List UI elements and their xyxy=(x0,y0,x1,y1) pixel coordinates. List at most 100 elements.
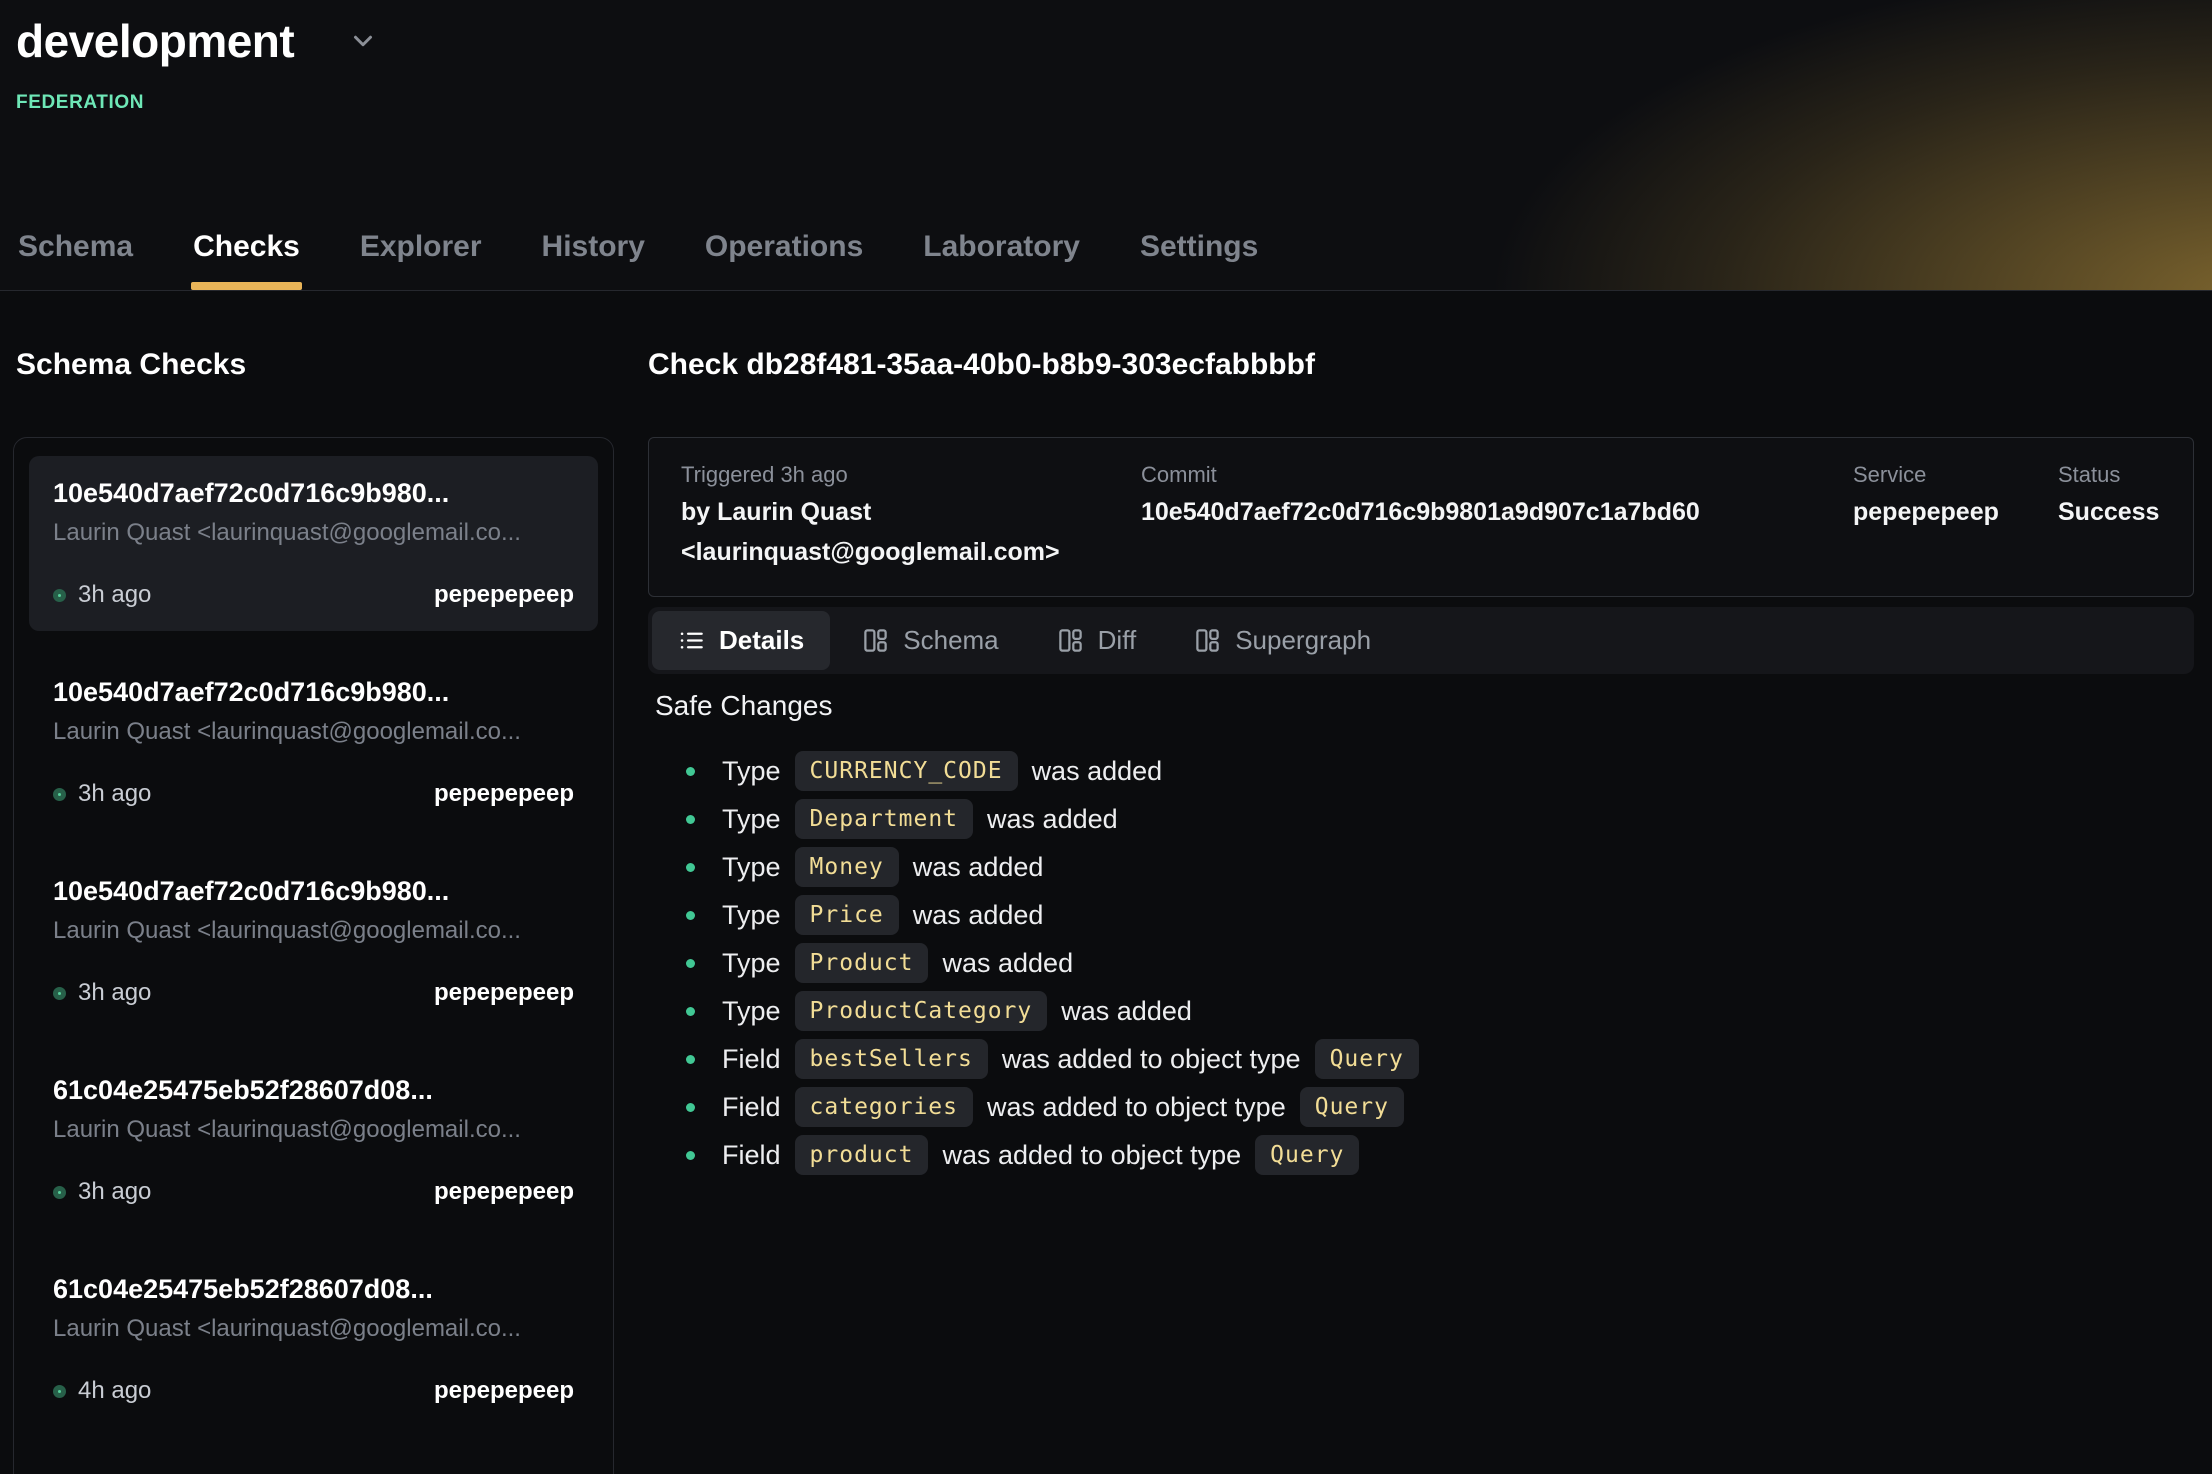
check-footer: 3h ago pepepepeep xyxy=(53,979,574,1007)
change-code2-badge: Query xyxy=(1300,1087,1404,1127)
change-row: Field bestSellers was added to object ty… xyxy=(648,1035,1433,1083)
page-title: development xyxy=(16,14,294,68)
project-title-row: development xyxy=(16,14,378,68)
nav-tab-settings[interactable]: Settings xyxy=(1138,230,1260,290)
status-dot-icon xyxy=(53,589,66,602)
change-suffix: was added xyxy=(942,948,1073,979)
check-time: 3h ago xyxy=(78,1178,151,1206)
status-dot-icon xyxy=(53,987,66,1000)
check-time: 3h ago xyxy=(78,581,151,609)
nav-tab-laboratory[interactable]: Laboratory xyxy=(921,230,1082,290)
check-service: pepepepeep xyxy=(434,979,574,1007)
nav-tab-schema[interactable]: Schema xyxy=(16,230,135,290)
check-service: pepepepeep xyxy=(434,1178,574,1206)
schema-check-item[interactable]: 10e540d7aef72c0d716c9b980... Laurin Quas… xyxy=(29,456,598,631)
nav-tab-checks[interactable]: Checks xyxy=(191,230,302,290)
meta-col-status: Status Success xyxy=(2058,458,2161,572)
check-id: 10e540d7aef72c0d716c9b980... xyxy=(53,478,574,509)
service-value: pepepepeep xyxy=(1853,492,2058,532)
change-code2-badge: Query xyxy=(1255,1135,1359,1175)
check-id: 61c04e25475eb52f28607d08... xyxy=(53,1274,574,1305)
check-service: pepepepeep xyxy=(434,581,574,609)
change-prefix: Type xyxy=(722,804,781,835)
check-service: pepepepeep xyxy=(434,780,574,808)
detail-tab-details[interactable]: Details xyxy=(652,611,830,670)
change-code-badge: Price xyxy=(795,895,899,935)
check-meta-box: Triggered 3h ago by Laurin Quast <laurin… xyxy=(648,437,2194,597)
nav-tab-label: Laboratory xyxy=(923,230,1080,263)
triggered-by: by Laurin Quast xyxy=(681,492,1141,532)
status-dot-icon xyxy=(53,788,66,801)
change-row: Field categories was added to object typ… xyxy=(648,1083,1433,1131)
nav-tab-explorer[interactable]: Explorer xyxy=(358,230,484,290)
check-author: Laurin Quast <laurinquast@googlemail.co.… xyxy=(53,917,574,945)
detail-tab-label: Details xyxy=(719,625,804,656)
change-code-badge: ProductCategory xyxy=(795,991,1048,1031)
check-author: Laurin Quast <laurinquast@googlemail.co.… xyxy=(53,1315,574,1343)
bullet-icon xyxy=(686,767,695,776)
status-dot-icon xyxy=(53,1385,66,1398)
change-row: Type ProductCategory was added xyxy=(648,987,1433,1035)
list-icon xyxy=(678,627,705,654)
columns-icon xyxy=(1194,627,1221,654)
nav-tab-history[interactable]: History xyxy=(540,230,647,290)
change-prefix: Type xyxy=(722,900,781,931)
bullet-icon xyxy=(686,959,695,968)
check-title: Check db28f481-35aa-40b0-b8b9-303ecfabbb… xyxy=(648,348,1315,382)
detail-tab-schema[interactable]: Schema xyxy=(836,611,1024,670)
federation-badge: FEDERATION xyxy=(16,92,144,114)
nav-tab-label: History xyxy=(542,230,645,263)
detail-tab-label: Diff xyxy=(1098,625,1137,656)
change-code-badge: Department xyxy=(795,799,973,839)
status-label: Status xyxy=(2058,458,2161,492)
section-title: Safe Changes xyxy=(655,690,832,722)
detail-tab-supergraph[interactable]: Supergraph xyxy=(1168,611,1397,670)
nav-tab-label: Checks xyxy=(193,230,300,263)
change-row: Type Department was added xyxy=(648,795,1433,843)
nav-tab-label: Settings xyxy=(1140,230,1258,263)
nav-tab-label: Operations xyxy=(705,230,863,263)
check-id: 61c04e25475eb52f28607d08... xyxy=(53,1075,574,1106)
nav-tab-label: Explorer xyxy=(360,230,482,263)
meta-col-triggered: Triggered 3h ago by Laurin Quast <laurin… xyxy=(681,458,1141,572)
detail-tab-label: Supergraph xyxy=(1235,625,1371,656)
main-nav: Schema Checks Explorer History Operations Lab… xyxy=(16,230,1260,290)
bullet-icon xyxy=(686,863,695,872)
chevron-down-icon[interactable] xyxy=(348,26,378,56)
change-row: Type Product was added xyxy=(648,939,1433,987)
commit-value: 10e540d7aef72c0d716c9b9801a9d907c1a7bd60 xyxy=(1141,492,1853,532)
change-code-badge: Product xyxy=(795,943,929,983)
app: development FEDERATION Schema Checks Explo… xyxy=(0,0,2212,1474)
check-time: 3h ago xyxy=(78,780,151,808)
change-code-badge: product xyxy=(795,1135,929,1175)
change-suffix: was added xyxy=(1061,996,1192,1027)
columns-icon xyxy=(862,627,889,654)
change-prefix: Type xyxy=(722,996,781,1027)
schema-check-item[interactable]: 10e540d7aef72c0d716c9b980... Laurin Quas… xyxy=(29,655,598,830)
change-code-badge: categories xyxy=(795,1087,973,1127)
schema-check-item[interactable]: 61c04e25475eb52f28607d08... Laurin Quast… xyxy=(29,1252,598,1427)
change-suffix: was added xyxy=(913,900,1044,931)
check-footer: 4h ago pepepepeep xyxy=(53,1377,574,1405)
check-footer: 3h ago pepepepeep xyxy=(53,780,574,808)
check-time: 4h ago xyxy=(78,1377,151,1405)
check-author: Laurin Quast <laurinquast@googlemail.co.… xyxy=(53,519,574,547)
change-prefix: Field xyxy=(722,1140,781,1171)
check-author: Laurin Quast <laurinquast@googlemail.co.… xyxy=(53,718,574,746)
nav-tab-operations[interactable]: Operations xyxy=(703,230,865,290)
check-author: Laurin Quast <laurinquast@googlemail.co.… xyxy=(53,1116,574,1144)
meta-col-service: Service pepepepeep xyxy=(1853,458,2058,572)
change-suffix: was added to object type xyxy=(987,1092,1286,1123)
change-prefix: Type xyxy=(722,948,781,979)
check-id: 10e540d7aef72c0d716c9b980... xyxy=(53,876,574,907)
detail-tab-diff[interactable]: Diff xyxy=(1031,611,1163,670)
commit-label: Commit xyxy=(1141,458,1853,492)
schema-check-item[interactable]: 61c04e25475eb52f28607d08... Laurin Quast… xyxy=(29,1053,598,1228)
change-code2-badge: Query xyxy=(1315,1039,1419,1079)
change-code-badge: Money xyxy=(795,847,899,887)
change-prefix: Field xyxy=(722,1044,781,1075)
change-code-badge: CURRENCY_CODE xyxy=(795,751,1018,791)
status-dot-icon xyxy=(53,1186,66,1199)
change-prefix: Type xyxy=(722,756,781,787)
schema-check-item[interactable]: 10e540d7aef72c0d716c9b980... Laurin Quas… xyxy=(29,854,598,1029)
